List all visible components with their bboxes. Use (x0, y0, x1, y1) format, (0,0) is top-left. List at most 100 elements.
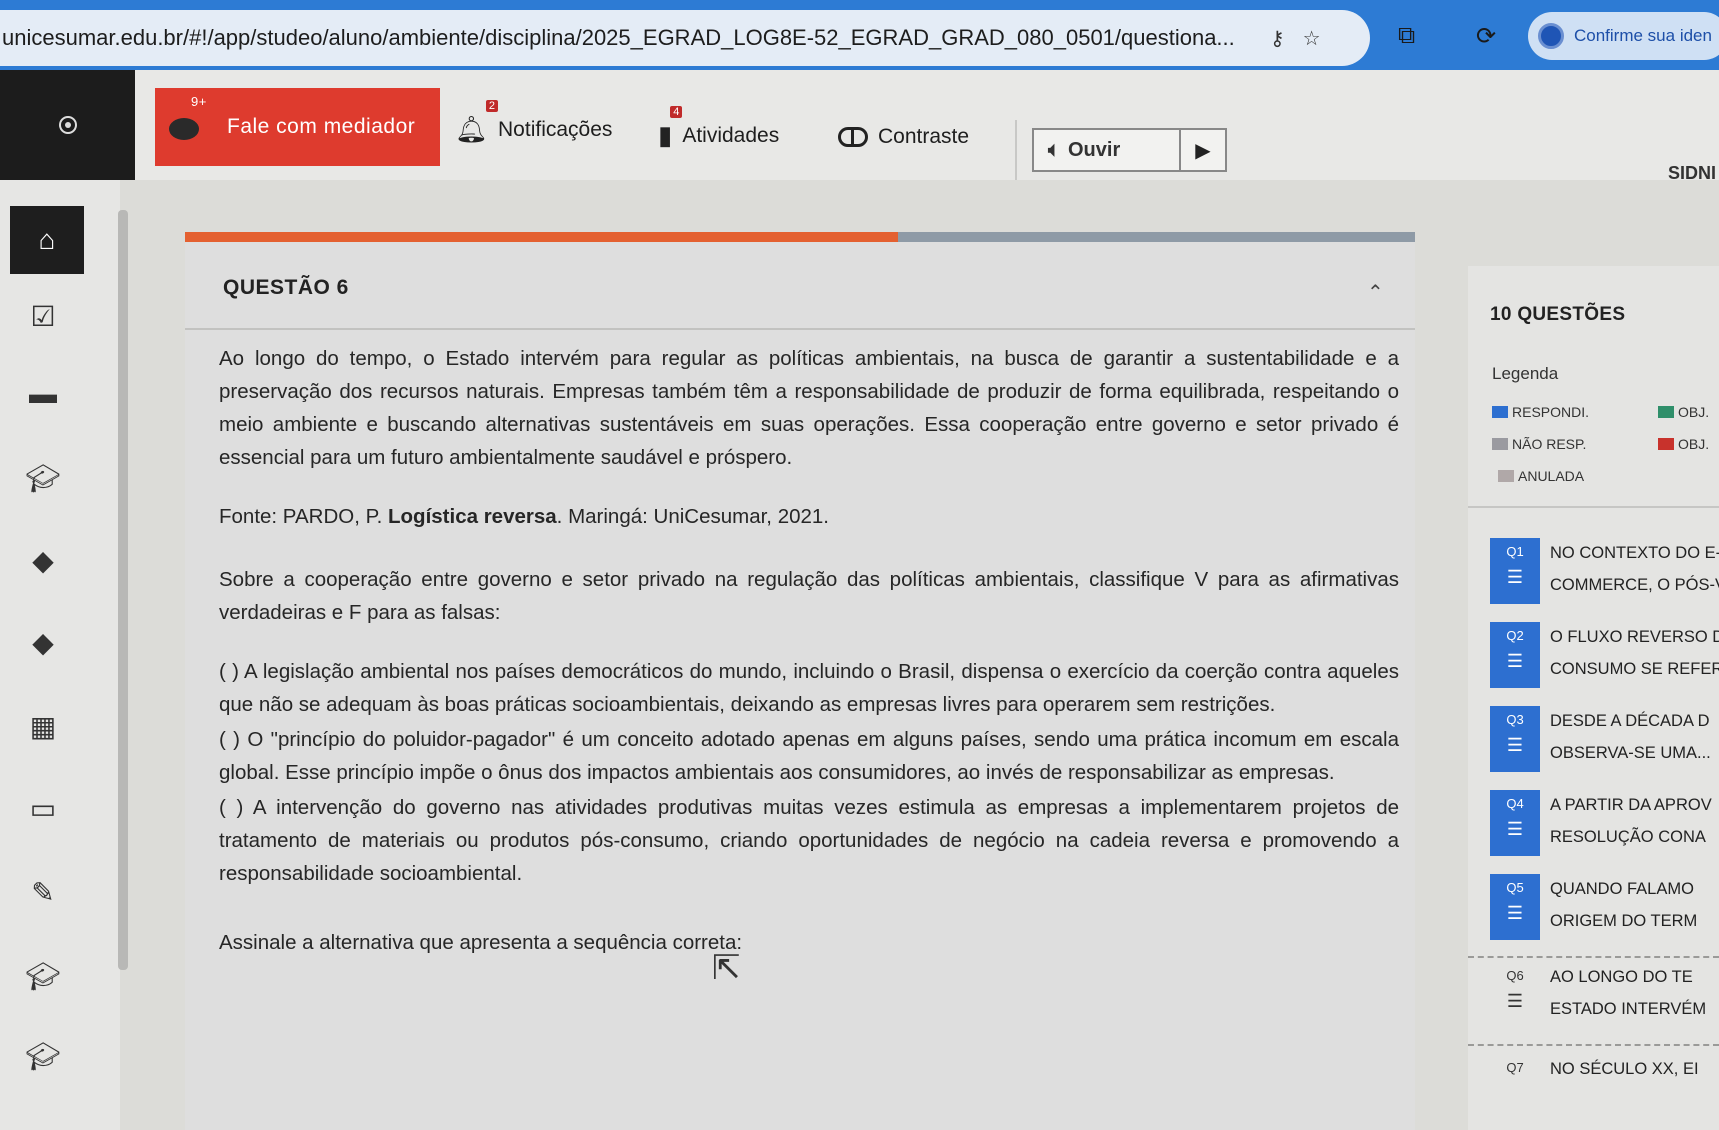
calendar-icon[interactable]: ▦ (18, 710, 68, 743)
pen-icon[interactable]: ✎ (18, 876, 68, 909)
legend-annulled: ANULADA (1498, 468, 1584, 484)
question-number-badge: Q7 (1490, 1054, 1540, 1120)
question-nav-item[interactable]: Q3 ☰ DESDE A DÉCADA D OBSERVA-SE UMA... (1490, 706, 1719, 778)
browser-bar: unicesumar.edu.br/#!/app/studeo/aluno/am… (0, 0, 1719, 70)
list-icon: ☰ (1506, 903, 1524, 923)
question-number-badge: Q4 ☰ (1490, 790, 1540, 856)
play-icon[interactable]: ▶ (1181, 138, 1225, 163)
question-preview-line2: RESOLUÇÃO CONA (1550, 828, 1706, 846)
legend-swatch (1492, 406, 1508, 418)
bell-icon: 🔔︎ 2 (455, 100, 499, 145)
question-nav-item[interactable]: Q7 NO SÉCULO XX, EI (1490, 1054, 1719, 1126)
speaker-icon: 🔈︎ (1048, 138, 1060, 161)
mouse-cursor-icon: ⇱ (712, 949, 741, 987)
talk-to-mediator-button[interactable]: 9+ Fale com mediador (155, 88, 440, 166)
legend-label: OBJ. (1678, 436, 1710, 452)
question-body: Ao longo do tempo, o Estado intervém par… (219, 342, 1399, 959)
question-prompt: Sobre a cooperação entre governo e setor… (219, 568, 1399, 624)
address-bar[interactable]: unicesumar.edu.br/#!/app/studeo/aluno/am… (0, 10, 1370, 66)
legend-not-answered: NÃO RESP. (1492, 436, 1586, 452)
activities-label: Atividades (682, 123, 780, 147)
key-icon[interactable]: ⚷ (1270, 26, 1285, 51)
question-number-badge: Q2 ☰ (1490, 622, 1540, 688)
extension-icon[interactable]: ⧉ (1398, 22, 1415, 50)
contrast-button[interactable]: Contraste (838, 125, 969, 149)
contrast-icon (838, 127, 868, 147)
notifications-button[interactable]: 🔔︎ 2 Notificações (455, 100, 613, 145)
menu-area[interactable] (0, 70, 135, 180)
activities-button[interactable]: ▮ 4 Atividades (658, 106, 780, 151)
question-preview-line2: OBSERVA-SE UMA... (1550, 744, 1711, 762)
notifications-label: Notificações (498, 117, 613, 141)
graduation-cap-icon[interactable]: 🎓︎ (18, 462, 68, 495)
activities-badge: 4 (670, 106, 683, 118)
identity-label: Confirme sua iden (1574, 26, 1712, 45)
question-source: Fonte: PARDO, P. Logística reversa. Mari… (219, 500, 1399, 533)
graduation-cap-icon-3[interactable]: 🎓︎ (18, 1040, 68, 1073)
question-instruction: Assinale a alternativa que apresenta a s… (219, 931, 743, 954)
question-preview-line1: NO CONTEXTO DO E- (1550, 544, 1719, 562)
mediator-label: Fale com mediador (227, 115, 416, 138)
current-question-highlight (1468, 956, 1719, 1046)
star-icon[interactable]: ☆ (1303, 26, 1321, 51)
source-prefix: Fonte: PARDO, P. (219, 505, 389, 528)
home-icon[interactable]: ⌂ (10, 206, 84, 274)
legend-swatch (1658, 438, 1674, 450)
source-title: Logística reversa (388, 505, 557, 528)
question-preview-line1: O FLUXO REVERSO D (1550, 628, 1719, 646)
question-number-badge: Q1 ☰ (1490, 538, 1540, 604)
panel-divider (1468, 506, 1719, 508)
book-icon: ▮ 4 (658, 106, 683, 151)
progress-bar (185, 232, 1415, 242)
question-paragraph: Ao longo do tempo, o Estado intervém par… (219, 347, 1399, 469)
source-suffix: . Maringá: UniCesumar, 2021. (556, 505, 829, 528)
question-preview-line1: A PARTIR DA APROV (1550, 796, 1712, 814)
questions-count-title: 10 QUESTÕES (1490, 304, 1626, 325)
question-nav-item[interactable]: Q5 ☰ QUANDO FALAMO ORIGEM DO TERM (1490, 874, 1719, 946)
statement-2: ( ) O "princípio do poluidor-pagador" é … (219, 728, 1399, 784)
listen-label: Ouvir (1068, 138, 1121, 161)
graduation-cap-icon-2[interactable]: 🎓︎ (18, 960, 68, 993)
left-sidebar: ⌂ ☑ ▬ 🎓︎ ◆ ◆ ▦ ▭ ✎ 🎓︎ 🎓︎ (0, 180, 128, 1130)
chat-icon[interactable]: ▬ (18, 378, 68, 410)
question-number: Q3 (1506, 712, 1524, 727)
identity-button[interactable]: Confirme sua iden (1528, 12, 1719, 60)
question-nav-item[interactable]: Q4 ☰ A PARTIR DA APROV RESOLUÇÃO CONA (1490, 790, 1719, 862)
legend-label: RESPONDI. (1512, 404, 1590, 420)
question-preview-line2: COMMERCE, O PÓS-V (1550, 576, 1719, 594)
statement-1: ( ) A legislação ambiental nos países de… (219, 660, 1399, 716)
question-number: Q4 (1506, 796, 1524, 811)
legend-obj-2: OBJ. (1658, 436, 1709, 452)
calendar-check-icon[interactable]: ☑ (18, 300, 68, 333)
question-nav-item[interactable]: Q1 ☰ NO CONTEXTO DO E- COMMERCE, O PÓS-V (1490, 538, 1719, 610)
question-number: Q1 (1506, 544, 1524, 559)
listen-player[interactable]: 🔈︎ Ouvir ▶ (1032, 128, 1227, 172)
user-name[interactable]: SIDNI (1668, 163, 1716, 184)
tag-icon[interactable]: ◆ (18, 544, 68, 577)
list-icon: ☰ (1506, 651, 1524, 671)
tag-icon-2[interactable]: ◆ (18, 626, 68, 659)
question-nav-item[interactable]: Q2 ☰ O FLUXO REVERSO D CONSUMO SE REFER (1490, 622, 1719, 694)
list-icon: ☰ (1506, 735, 1524, 755)
toolbar-divider (1015, 120, 1017, 180)
question-number: Q2 (1506, 628, 1524, 643)
identity-icon (1538, 23, 1564, 49)
question-number: Q5 (1506, 880, 1524, 895)
question-header[interactable]: QUESTÃO 6 ⌃ (185, 242, 1415, 330)
contrast-label: Contraste (878, 125, 970, 148)
question-preview-line1: QUANDO FALAMO (1550, 880, 1694, 898)
sync-icon[interactable]: ⟳ (1476, 22, 1496, 51)
legend-swatch (1658, 406, 1674, 418)
briefcase-icon[interactable]: ▭ (18, 792, 68, 825)
listen-button[interactable]: 🔈︎ Ouvir (1034, 130, 1181, 170)
sidebar-scrollbar[interactable] (118, 210, 128, 970)
question-preview-line2: CONSUMO SE REFER (1550, 660, 1719, 678)
legend-title: Legenda (1492, 364, 1559, 383)
question-number: Q7 (1506, 1060, 1524, 1075)
url-text[interactable]: unicesumar.edu.br/#!/app/studeo/aluno/am… (2, 25, 1252, 51)
target-icon[interactable] (58, 116, 77, 134)
legend-swatch (1492, 438, 1508, 450)
notifications-badge: 2 (485, 100, 499, 112)
legend-swatch (1498, 470, 1514, 482)
chevron-up-icon[interactable]: ⌃ (1367, 280, 1384, 305)
